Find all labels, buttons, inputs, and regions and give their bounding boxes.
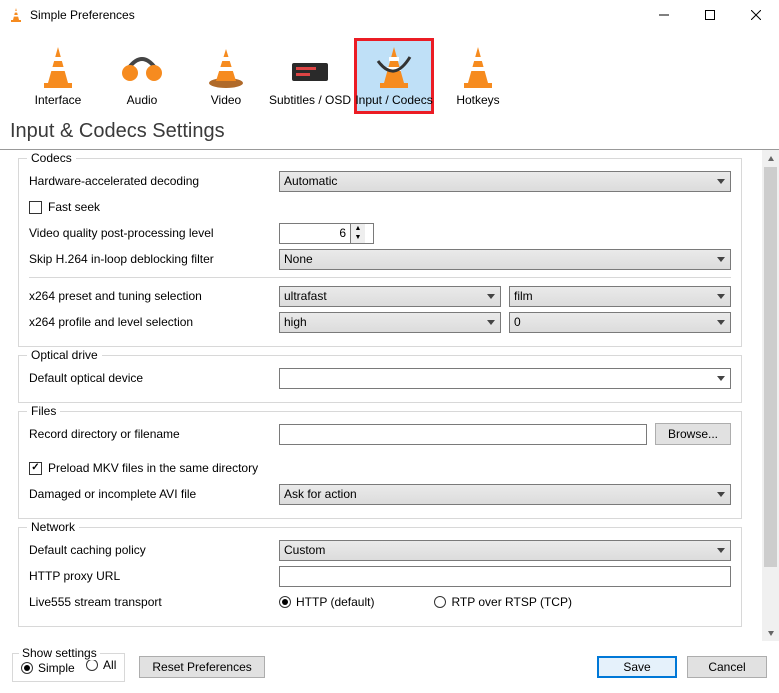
tab-audio[interactable]: Audio (102, 38, 182, 114)
minimize-button[interactable] (641, 0, 687, 30)
reset-preferences-button[interactable]: Reset Preferences (139, 656, 264, 678)
tab-label: Audio (127, 93, 158, 107)
label-hw-decoding: Hardware-accelerated decoding (29, 174, 279, 188)
label-fast-seek: Fast seek (48, 200, 100, 214)
label-all: All (103, 658, 116, 672)
radio-http-default[interactable] (279, 596, 291, 608)
label-rtp-rtsp: RTP over RTSP (TCP) (451, 595, 571, 609)
cancel-button[interactable]: Cancel (687, 656, 767, 678)
spin-up-icon[interactable]: ▲ (351, 224, 365, 234)
tab-hotkeys[interactable]: Hotkeys (438, 38, 518, 114)
separator (29, 277, 731, 278)
select-x264-profile[interactable]: high (279, 312, 501, 333)
label-skip-deblock: Skip H.264 in-loop deblocking filter (29, 252, 279, 266)
scroll-down-icon[interactable] (762, 624, 779, 641)
show-settings-legend: Show settings (19, 646, 100, 660)
settings-scroll-area: Codecs Hardware-accelerated decoding Aut… (0, 150, 760, 641)
group-files: Files Record directory or filename Brows… (18, 411, 742, 519)
tab-label: Subtitles / OSD (269, 93, 351, 107)
tab-label: Input / Codecs (355, 93, 432, 107)
spin-down-icon[interactable]: ▼ (351, 233, 365, 243)
label-simple: Simple (38, 661, 75, 675)
group-legend: Optical drive (27, 348, 102, 362)
select-skip-deblock[interactable]: None (279, 249, 731, 270)
label-http-default: HTTP (default) (296, 595, 374, 609)
input-record-dir[interactable] (279, 424, 647, 445)
vlc-cone-icon (8, 7, 24, 23)
interface-icon (34, 43, 82, 91)
tab-video[interactable]: Video (186, 38, 266, 114)
group-legend: Network (27, 520, 79, 534)
label-x264-preset: x264 preset and tuning selection (29, 289, 279, 303)
select-x264-tuning[interactable]: film (509, 286, 731, 307)
radio-simple[interactable] (21, 662, 33, 674)
vertical-scrollbar[interactable] (762, 150, 779, 641)
tab-label: Hotkeys (456, 93, 499, 107)
tab-input-codecs[interactable]: Input / Codecs (354, 38, 434, 114)
select-x264-level[interactable]: 0 (509, 312, 731, 333)
label-record-dir: Record directory or filename (29, 427, 279, 441)
input-codecs-icon (370, 43, 418, 91)
category-tabs: Interface Audio Video Subtitles / OSD In… (0, 30, 779, 116)
select-x264-preset[interactable]: ultrafast (279, 286, 501, 307)
radio-rtp-rtsp[interactable] (434, 596, 446, 608)
label-default-optical: Default optical device (29, 371, 279, 385)
group-optical: Optical drive Default optical device (18, 355, 742, 403)
titlebar: Simple Preferences (0, 0, 779, 30)
browse-button[interactable]: Browse... (655, 423, 731, 445)
label-damaged-avi: Damaged or incomplete AVI file (29, 487, 279, 501)
label-x264-profile: x264 profile and level selection (29, 315, 279, 329)
checkbox-fast-seek[interactable] (29, 201, 42, 214)
select-default-optical[interactable] (279, 368, 731, 389)
radio-all[interactable] (86, 659, 98, 671)
scroll-thumb[interactable] (764, 167, 777, 567)
select-damaged-avi[interactable]: Ask for action (279, 484, 731, 505)
select-caching[interactable]: Custom (279, 540, 731, 561)
hotkeys-icon (454, 43, 502, 91)
tab-label: Interface (35, 93, 82, 107)
footer: Show settings Simple All Reset Preferenc… (0, 641, 779, 693)
input-http-proxy[interactable] (279, 566, 731, 587)
group-codecs: Codecs Hardware-accelerated decoding Aut… (18, 158, 742, 347)
label-pp-level: Video quality post-processing level (29, 226, 279, 240)
save-button[interactable]: Save (597, 656, 677, 678)
spinbox-input[interactable] (280, 224, 350, 243)
tab-interface[interactable]: Interface (18, 38, 98, 114)
spinbox-pp-level[interactable]: ▲▼ (279, 223, 374, 244)
show-settings-box: Show settings Simple All (12, 653, 125, 682)
label-caching: Default caching policy (29, 543, 279, 557)
checkbox-preload-mkv[interactable] (29, 462, 42, 475)
label-http-proxy: HTTP proxy URL (29, 569, 279, 583)
scroll-up-icon[interactable] (762, 150, 779, 167)
group-legend: Files (27, 404, 60, 418)
select-hw-decoding[interactable]: Automatic (279, 171, 731, 192)
group-network: Network Default caching policy Custom HT… (18, 527, 742, 627)
page-title: Input & Codecs Settings (0, 116, 779, 150)
group-legend: Codecs (27, 151, 76, 165)
audio-icon (118, 43, 166, 91)
tab-subtitles[interactable]: Subtitles / OSD (270, 38, 350, 114)
tab-label: Video (211, 93, 241, 107)
window-title: Simple Preferences (30, 8, 135, 22)
subtitles-icon (286, 43, 334, 91)
video-icon (202, 43, 250, 91)
maximize-button[interactable] (687, 0, 733, 30)
label-live555: Live555 stream transport (29, 595, 279, 609)
label-preload-mkv: Preload MKV files in the same directory (48, 461, 258, 475)
close-button[interactable] (733, 0, 779, 30)
